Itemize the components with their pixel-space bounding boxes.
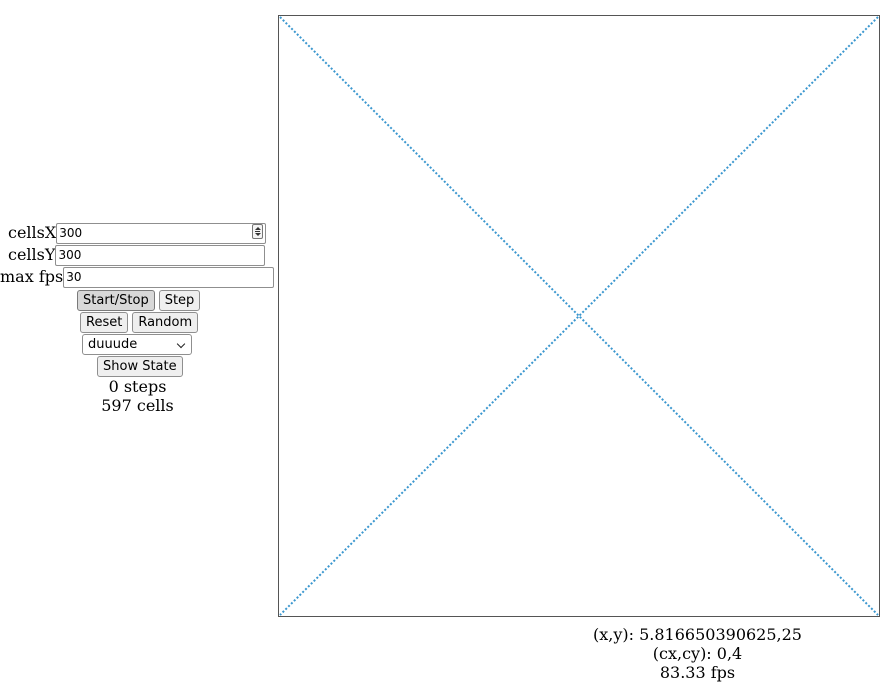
cells-x-label: cellsX (8, 223, 57, 242)
cells-y-label: cellsY (8, 245, 56, 264)
fps-readout: 83.33 fps (659, 663, 736, 682)
cells-x-row: cellsX (8, 222, 267, 244)
cells-y-input[interactable] (55, 244, 266, 266)
max-fps-row: max fps (0, 266, 275, 288)
steps-count: 0 steps (108, 377, 167, 396)
run-buttons: Start/Stop Step (77, 290, 201, 311)
cell-grid (279, 16, 879, 616)
cell-coords: (cx,cy): 0,4 (652, 644, 743, 663)
rule-select[interactable]: duuude (82, 334, 192, 355)
cells-x-input[interactable] (56, 222, 267, 244)
reset-button[interactable]: Reset (80, 312, 129, 333)
step-button[interactable]: Step (158, 290, 201, 311)
chevron-down-icon (176, 339, 186, 349)
simulation-canvas[interactable] (278, 15, 880, 617)
cursor-coords: (x,y): 5.816650390625,25 (593, 625, 802, 644)
state-buttons: Show State (97, 356, 183, 377)
max-fps-input[interactable] (63, 266, 275, 288)
start-stop-button[interactable]: Start/Stop (77, 290, 155, 311)
cells-y-row: cellsY (8, 244, 266, 266)
rule-select-value: duuude (88, 337, 138, 352)
number-spinner-icon[interactable] (252, 224, 264, 240)
show-state-button[interactable]: Show State (97, 356, 183, 377)
board-buttons: Reset Random (80, 312, 199, 333)
max-fps-label: max fps (0, 267, 64, 286)
cells-count: 597 cells (101, 396, 174, 415)
random-button[interactable]: Random (132, 312, 199, 333)
